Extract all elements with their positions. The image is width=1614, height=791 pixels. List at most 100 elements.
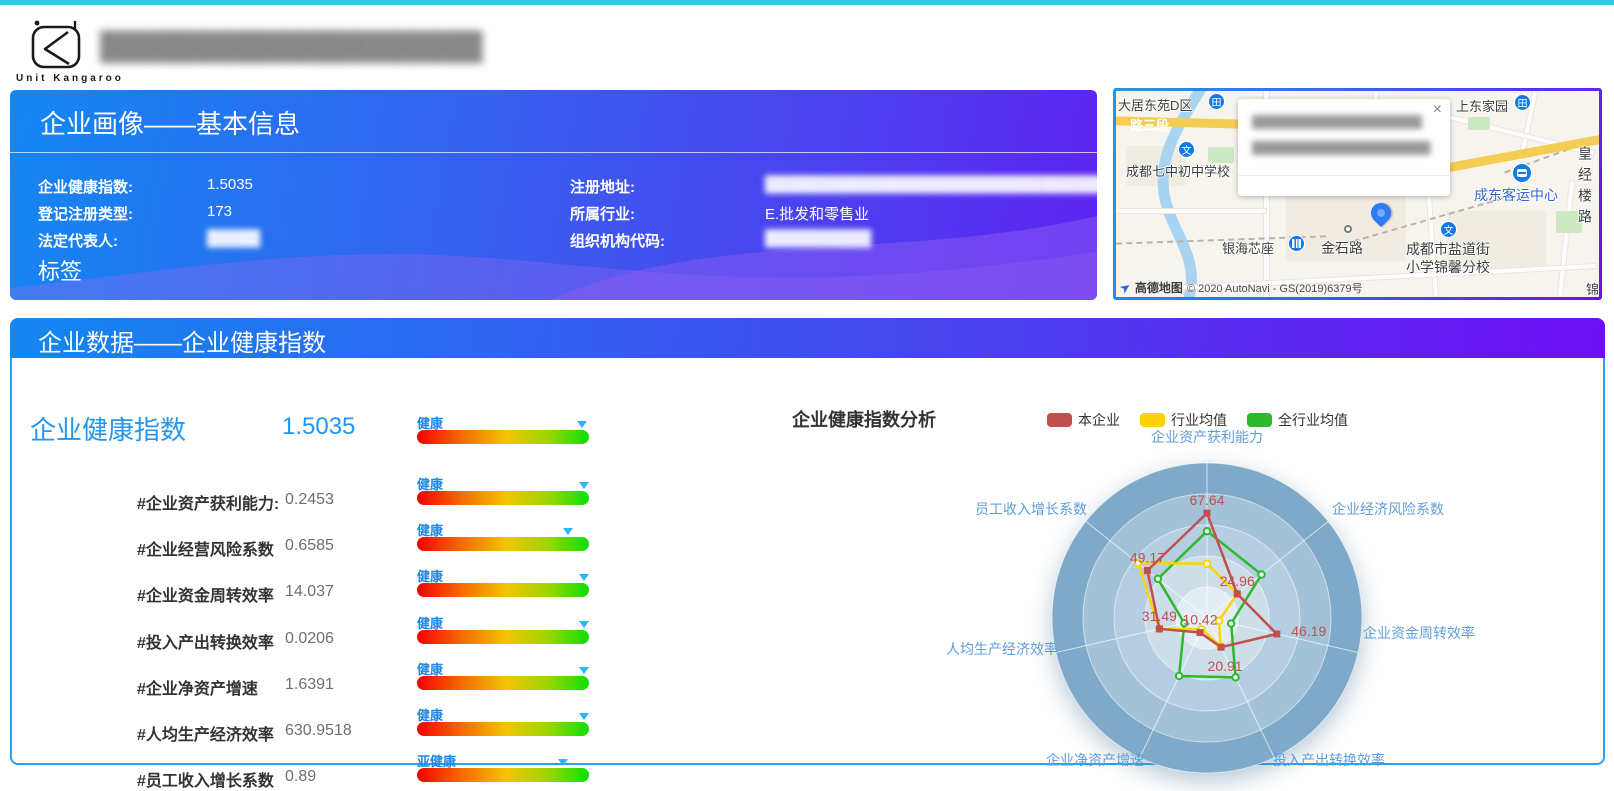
gauge-marker: [579, 667, 589, 674]
health-gauge: 健康: [417, 583, 589, 597]
map-label-road: 金石路: [1321, 238, 1363, 258]
map-label-building: 银海芯座: [1222, 238, 1274, 257]
map-info-popup: × ████████████████████ █████████████████…: [1238, 99, 1450, 196]
metric-value: 0.2453: [285, 491, 334, 509]
health-gauge: 健康: [417, 676, 589, 690]
divider: [1238, 175, 1450, 176]
metric-label: #企业资金周转效率: [137, 582, 274, 606]
map-label-road: 锦: [1586, 279, 1599, 297]
health-gauge: 健康: [417, 630, 589, 644]
close-icon[interactable]: ×: [1433, 101, 1442, 119]
main-metric-value: 1.5035: [282, 413, 355, 441]
field-value: 1.5035: [207, 176, 253, 193]
metric-value: 0.0206: [285, 630, 334, 648]
page-header: Unit Kangaroo ████████████████████: [0, 5, 1614, 88]
radar-axis-label: 企业净资产增速: [1046, 752, 1144, 768]
gauge-marker: [579, 574, 589, 581]
company-name-blurred: ████████████████████: [100, 31, 483, 62]
metric-value: 0.6585: [285, 537, 334, 555]
metric-value: 14.037: [285, 583, 334, 601]
panel-title: 企业数据——企业健康指数: [38, 323, 326, 358]
svg-text:49.17: 49.17: [1130, 549, 1165, 565]
metric-label: #企业资产获利能力:: [137, 490, 279, 514]
legend-item-company[interactable]: 本企业: [1047, 410, 1120, 430]
panel-body: 企业健康指数 1.5035 健康 #企业资产获利能力: 0.2453 健康 #企…: [10, 358, 1605, 765]
map-road: [1116, 209, 1266, 213]
school-icon: 文: [1440, 221, 1457, 238]
gradient-bar: [417, 430, 589, 444]
radar-axis-label: 员工收入增长系数: [975, 501, 1087, 517]
popup-line-blurred: ████████████████████: [1252, 115, 1422, 129]
field-health-index: 企业健康指数: 1.5035: [38, 176, 133, 197]
svg-text:46.19: 46.19: [1291, 623, 1326, 639]
field-value: E.批发和零售业: [765, 203, 869, 224]
map-label-school: 小学锦馨分校: [1406, 257, 1490, 277]
field-value: 173: [207, 203, 232, 220]
svg-text:10.42: 10.42: [1182, 612, 1217, 628]
gradient-bar: [417, 768, 589, 782]
tags-section-label: 标签: [38, 254, 82, 286]
basic-info-panel: 企业画像——基本信息 企业健康指数: 1.5035 登记注册类型: 173 法定…: [10, 90, 1097, 300]
map-label-road-vertical: 皇经楼路: [1575, 146, 1595, 230]
legend-swatch: [1247, 413, 1272, 427]
school-icon: 文: [1178, 141, 1195, 158]
health-gauge: 健康: [417, 722, 589, 736]
radar-chart: 67.64 24.96 46.19 20.91 10.42 31.49 49.17 企业资产获…: [892, 428, 1532, 791]
bus-icon: [1512, 163, 1532, 183]
svg-text:20.91: 20.91: [1208, 658, 1243, 674]
legend-item-industry-avg[interactable]: 行业均值: [1140, 410, 1227, 430]
gradient-bar: [417, 722, 589, 736]
divider: [10, 152, 1097, 153]
field-label: 注册地址:: [570, 179, 635, 196]
autonavi-brand: 高德地图: [1135, 279, 1183, 296]
radar-axis-label: 人均生产经济效率: [946, 641, 1058, 657]
metro-icon: 田: [1208, 93, 1225, 110]
legend-item-all-industry-avg[interactable]: 全行业均值: [1247, 410, 1348, 430]
svg-text:24.96: 24.96: [1220, 573, 1255, 589]
field-industry: 所属行业: E.批发和零售业: [570, 203, 635, 224]
chart-legend: 本企业 行业均值 全行业均值: [1047, 410, 1348, 430]
building-icon: [1288, 235, 1305, 252]
gradient-bar: [417, 676, 589, 690]
panel-header: 企业数据——企业健康指数: [10, 318, 1605, 358]
map-label-residence: 上东家园: [1456, 96, 1508, 115]
map-label-residence: 大居东苑D区: [1118, 95, 1192, 114]
metric-row: #员工收入增长系数 0.89 亚健康: [12, 764, 872, 791]
field-value-blurred: ████████████████████████████████: [765, 176, 1097, 193]
metric-label: #企业经营风险系数: [137, 536, 274, 560]
station-marker: [1344, 225, 1352, 233]
field-legal-representative: 法定代表人: █████: [38, 230, 118, 251]
svg-text:67.64: 67.64: [1189, 492, 1224, 508]
gauge-marker: [579, 621, 589, 628]
gauge-marker: [577, 421, 587, 428]
svg-text:31.49: 31.49: [1142, 608, 1177, 624]
legend-label: 本企业: [1078, 410, 1120, 430]
autonavi-logo-icon: ➤: [1116, 278, 1134, 297]
field-org-code: 组织机构代码: ██████████: [570, 230, 665, 251]
metric-label: #员工收入增长系数: [137, 767, 274, 791]
metric-label: #人均生产经济效率: [137, 721, 274, 745]
field-label: 企业健康指数:: [38, 179, 133, 196]
gauge-marker: [563, 528, 573, 535]
field-value-blurred: █████: [207, 230, 260, 247]
field-label: 所属行业:: [570, 206, 635, 223]
health-gauge: 健康: [417, 430, 589, 444]
gradient-bar: [417, 630, 589, 644]
map-label-school: 成都七中初中学校: [1126, 161, 1230, 180]
health-gauge: 健康: [417, 537, 589, 551]
map-label-school: 成都市盐道街: [1406, 239, 1490, 259]
field-value-blurred: ██████████: [765, 230, 871, 247]
metric-label: #企业净资产增速: [137, 675, 258, 699]
map-copyright: © 2020 AutoNavi - GS(2019)6379号: [1187, 280, 1363, 296]
popup-line-blurred: █████████████████████: [1252, 141, 1431, 155]
health-gauge: 亚健康: [417, 768, 589, 782]
basic-info-title: 企业画像——基本信息: [40, 104, 300, 141]
map-canvas[interactable]: 大居东苑D区 田 上东家园 田 路三段 文 成都七中初中学校 成东客运中心 皇经…: [1116, 91, 1599, 297]
legend-label: 行业均值: [1171, 410, 1227, 430]
decor-wave: [10, 200, 1097, 300]
radar-axis-label: 企业资产获利能力: [1151, 429, 1263, 445]
legend-swatch: [1047, 413, 1072, 427]
field-label: 组织机构代码:: [570, 233, 665, 250]
field-label: 法定代表人:: [38, 233, 118, 250]
metro-icon: 田: [1514, 94, 1531, 111]
